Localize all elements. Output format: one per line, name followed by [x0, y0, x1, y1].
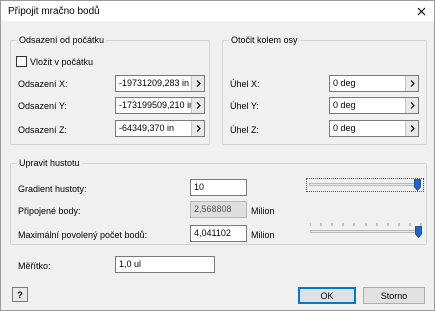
offset-z-value: -64349,370 in — [119, 123, 175, 133]
ok-button[interactable]: OK — [298, 287, 356, 304]
rotation-y-pick-button[interactable] — [405, 98, 418, 113]
arrow-right-icon — [410, 125, 415, 132]
help-icon: ? — [17, 289, 23, 300]
rotation-x-label: Úhel X: — [230, 79, 260, 89]
close-icon — [417, 7, 425, 15]
title-bar[interactable]: Připojit mračno bodů — [1, 1, 434, 21]
max-points-slider-ticks — [310, 223, 422, 226]
offset-z-label: Odsazení Z: — [18, 125, 68, 135]
max-points-slider[interactable] — [308, 223, 424, 239]
rotation-z-label: Úhel Z: — [230, 125, 260, 135]
arrow-right-icon — [410, 102, 415, 109]
ok-button-label: OK — [320, 290, 334, 301]
density-gradient-slider[interactable] — [306, 178, 424, 192]
density-gradient-track — [309, 183, 421, 186]
offset-group-title: Odsazení od počátku — [17, 35, 107, 45]
max-points-slider-thumb[interactable] — [415, 226, 422, 238]
density-gradient-value: 10 — [194, 182, 205, 192]
attached-points-unit: Milion — [251, 206, 275, 216]
offset-z-pick-button[interactable] — [191, 121, 204, 136]
scale-label: Měřítko: — [18, 261, 51, 271]
density-gradient-label: Gradient hustoty: — [18, 184, 87, 194]
arrow-right-icon — [196, 80, 201, 87]
offset-x-pick-button[interactable] — [191, 76, 204, 91]
rotation-z-pick-button[interactable] — [405, 121, 418, 136]
max-points-label: Maximální povolený počet bodů: — [18, 230, 148, 240]
attach-point-cloud-dialog: Připojit mračno bodů Odsazení od počátku… — [0, 0, 435, 311]
dialog-title: Připojit mračno bodů — [8, 6, 100, 17]
cancel-button-label: Storno — [380, 290, 408, 301]
arrow-right-icon — [196, 125, 201, 132]
max-points-track — [310, 230, 422, 233]
arrow-right-icon — [196, 102, 201, 109]
attached-points-label: Připojené body: — [18, 206, 81, 216]
arrow-right-icon — [410, 80, 415, 87]
scale-value: 1,0 ul — [119, 259, 142, 269]
close-button[interactable] — [412, 3, 430, 19]
density-gradient-field[interactable]: 10 — [190, 179, 247, 196]
offset-y-value: -173199509,210 in — [119, 100, 195, 110]
insert-at-origin-label: Vložit v počátku — [30, 57, 94, 67]
offset-x-label: Odsazení X: — [18, 79, 68, 89]
max-points-field[interactable]: 4,041102 — [190, 225, 247, 242]
cancel-button[interactable]: Storno — [363, 287, 425, 304]
scale-field[interactable]: 1,0 ul — [115, 256, 215, 273]
attached-points-field: 2,568808 — [190, 201, 247, 218]
density-gradient-slider-thumb[interactable] — [414, 179, 421, 191]
max-points-value: 4,041102 — [194, 228, 231, 238]
offset-x-value: -19731209,283 in — [119, 78, 190, 88]
attached-points-value: 2,568808 — [194, 204, 232, 214]
rotation-y-value: 0 deg — [333, 100, 356, 110]
offset-y-pick-button[interactable] — [191, 98, 204, 113]
insert-at-origin-checkbox[interactable] — [16, 56, 27, 67]
rotation-x-pick-button[interactable] — [405, 76, 418, 91]
rotation-x-value: 0 deg — [333, 78, 356, 88]
rotation-group-title: Otočit kolem osy — [229, 35, 300, 45]
help-button[interactable]: ? — [12, 287, 28, 302]
max-points-unit: Milion — [251, 230, 275, 240]
offset-y-label: Odsazení Y: — [18, 101, 67, 111]
rotation-z-value: 0 deg — [333, 123, 356, 133]
rotation-y-label: Úhel Y: — [230, 101, 259, 111]
density-group-title: Upravit hustotu — [17, 158, 82, 168]
